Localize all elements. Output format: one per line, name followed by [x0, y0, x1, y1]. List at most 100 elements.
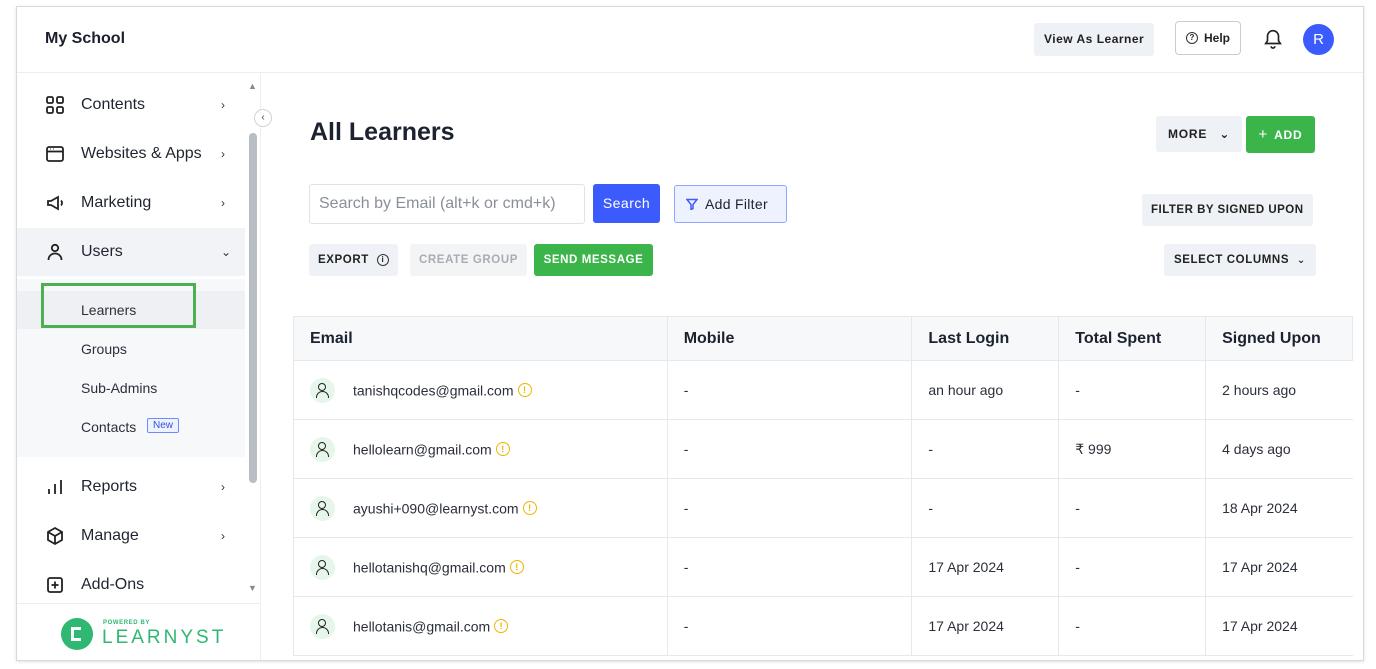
sidebar-item-reports[interactable]: Reports › — [17, 463, 245, 511]
learner-avatar-icon — [310, 554, 335, 580]
learner-avatar-icon — [310, 613, 335, 639]
chevron-right-icon: › — [221, 196, 225, 210]
sidebar-item-label: Contents — [81, 96, 146, 113]
sidebar-item-label: Websites & Apps — [81, 145, 202, 162]
submenu-label: Groups — [81, 341, 127, 357]
sidebar-item-manage[interactable]: Manage › — [17, 512, 245, 560]
sidebar-item-add-ons[interactable]: Add-Ons — [17, 561, 245, 609]
table-row[interactable]: hellotanis@gmail.com! - 17 Apr 2024 - 17… — [293, 596, 1353, 656]
select-columns-button[interactable]: SELECT COLUMNS ⌄ — [1164, 244, 1316, 276]
help-label: Help — [1204, 31, 1231, 45]
sidebar-item-contacts[interactable]: Contacts New — [17, 408, 245, 446]
learner-email[interactable]: hellotanishq@gmail.com — [353, 559, 506, 575]
column-header-signed-upon[interactable]: Signed Upon — [1205, 316, 1353, 361]
last-login-cell: - — [911, 478, 1059, 538]
highlight-box — [41, 283, 196, 328]
chevron-right-icon: › — [221, 480, 225, 494]
help-button[interactable]: ? Help — [1175, 21, 1242, 55]
signed-upon-cell: 2 hours ago — [1205, 360, 1353, 420]
signed-upon-cell: 17 Apr 2024 — [1205, 596, 1353, 656]
sidebar-scroll-thumb[interactable] — [249, 133, 257, 483]
chevron-down-icon: ⌄ — [221, 245, 232, 259]
submenu-label: Contacts — [81, 419, 137, 435]
signed-upon-cell: 4 days ago — [1205, 419, 1353, 479]
table-header-row: Email Mobile Last Login Total Spent Sign… — [293, 316, 1353, 361]
last-login-cell: an hour ago — [911, 360, 1059, 420]
plus-square-icon — [47, 577, 63, 593]
powered-by-label: POWERED BY — [103, 620, 151, 626]
submenu-label: Sub-Admins — [81, 380, 158, 396]
add-button[interactable]: + ADD — [1246, 116, 1315, 153]
sidebar-item-contents[interactable]: Contents › — [17, 81, 245, 129]
last-login-cell: - — [911, 419, 1059, 479]
total-spent-cell: - — [1058, 537, 1206, 597]
filter-icon — [686, 198, 698, 210]
email-cell: ayushi+090@learnyst.com! — [293, 478, 668, 538]
warning-icon[interactable]: ! — [509, 560, 524, 574]
email-cell: hellotanis@gmail.com! — [293, 596, 668, 656]
export-button[interactable]: EXPORT i — [309, 244, 398, 276]
sidebar-item-sub-admins[interactable]: Sub-Admins — [17, 369, 245, 407]
scroll-up-icon[interactable]: ▲ — [248, 81, 257, 91]
sidebar-item-groups[interactable]: Groups — [17, 330, 245, 368]
last-login-cell: 17 Apr 2024 — [911, 537, 1059, 597]
table-row[interactable]: ayushi+090@learnyst.com! - - - 18 Apr 20… — [293, 478, 1353, 538]
plus-icon: + — [1258, 126, 1269, 143]
learner-email[interactable]: tanishqcodes@gmail.com — [353, 382, 514, 398]
sidebar-item-label: Marketing — [81, 194, 152, 211]
top-header: My School View As Learner ? Help R — [17, 7, 1363, 73]
question-icon: ? — [1186, 32, 1198, 44]
column-header-mobile[interactable]: Mobile — [666, 316, 913, 361]
learner-avatar-icon — [310, 377, 335, 403]
search-button[interactable]: Search — [593, 184, 660, 223]
add-label: ADD — [1274, 128, 1303, 142]
view-as-learner-button[interactable]: View As Learner — [1034, 23, 1155, 56]
school-name: My School — [45, 30, 126, 47]
table-row[interactable]: hellotanishq@gmail.com! - 17 Apr 2024 - … — [293, 537, 1353, 597]
send-message-button[interactable]: SEND MESSAGE — [534, 244, 653, 276]
column-header-last-login[interactable]: Last Login — [911, 316, 1060, 361]
filter-by-signed-upon-button[interactable]: FILTER BY SIGNED UPON — [1142, 194, 1313, 226]
page-title: All Learners — [310, 118, 455, 146]
bell-icon[interactable] — [1262, 26, 1284, 50]
warning-icon[interactable]: ! — [495, 442, 510, 456]
last-login-cell: 17 Apr 2024 — [911, 596, 1059, 656]
add-filter-label: Add Filter — [705, 196, 768, 212]
column-header-total-spent[interactable]: Total Spent — [1058, 316, 1207, 361]
learner-email[interactable]: hellolearn@gmail.com — [353, 441, 492, 457]
brand-name: LEARNYST — [102, 627, 227, 648]
column-header-email[interactable]: Email — [293, 316, 668, 361]
signed-upon-cell: 17 Apr 2024 — [1205, 537, 1353, 597]
scroll-down-icon[interactable]: ▼ — [248, 583, 257, 593]
table-row[interactable]: hellolearn@gmail.com! - - ₹ 999 4 days a… — [293, 419, 1353, 479]
learners-table: Email Mobile Last Login Total Spent Sign… — [293, 316, 1363, 660]
add-filter-button[interactable]: Add Filter — [674, 185, 787, 223]
chevron-right-icon: › — [221, 529, 225, 543]
table-row[interactable]: tanishqcodes@gmail.com! - an hour ago - … — [293, 360, 1353, 420]
sidebar-item-label: Reports — [81, 478, 138, 495]
user-avatar[interactable]: R — [1303, 24, 1334, 55]
learner-email[interactable]: hellotanis@gmail.com — [353, 618, 490, 634]
search-input[interactable] — [309, 184, 585, 224]
collapse-sidebar-button[interactable]: ‹ — [254, 109, 272, 127]
sidebar-item-marketing[interactable]: Marketing › — [17, 179, 245, 227]
sidebar-item-users[interactable]: Users ⌄ — [17, 228, 245, 276]
app-window: My School View As Learner ? Help R Conte… — [16, 6, 1364, 661]
warning-icon[interactable]: ! — [517, 383, 532, 397]
chevron-down-icon: ⌄ — [1296, 255, 1306, 266]
total-spent-cell: - — [1058, 478, 1206, 538]
more-button[interactable]: MORE ⌄ — [1156, 116, 1243, 152]
learnyst-logo-icon — [61, 618, 93, 650]
learner-email[interactable]: ayushi+090@learnyst.com — [353, 500, 519, 516]
chevron-right-icon: › — [221, 98, 225, 112]
mobile-cell: - — [666, 360, 912, 420]
mobile-cell: - — [666, 478, 912, 538]
create-group-button[interactable]: CREATE GROUP — [410, 244, 527, 276]
sidebar-item-websites-apps[interactable]: Websites & Apps › — [17, 130, 245, 178]
warning-icon[interactable]: ! — [522, 501, 537, 515]
megaphone-icon — [47, 195, 63, 211]
total-spent-cell: ₹ 999 — [1058, 419, 1206, 479]
brand-footer: POWERED BY LEARNYST — [17, 603, 261, 660]
sidebar-item-label: Add-Ons — [81, 576, 145, 593]
warning-icon[interactable]: ! — [494, 619, 509, 633]
